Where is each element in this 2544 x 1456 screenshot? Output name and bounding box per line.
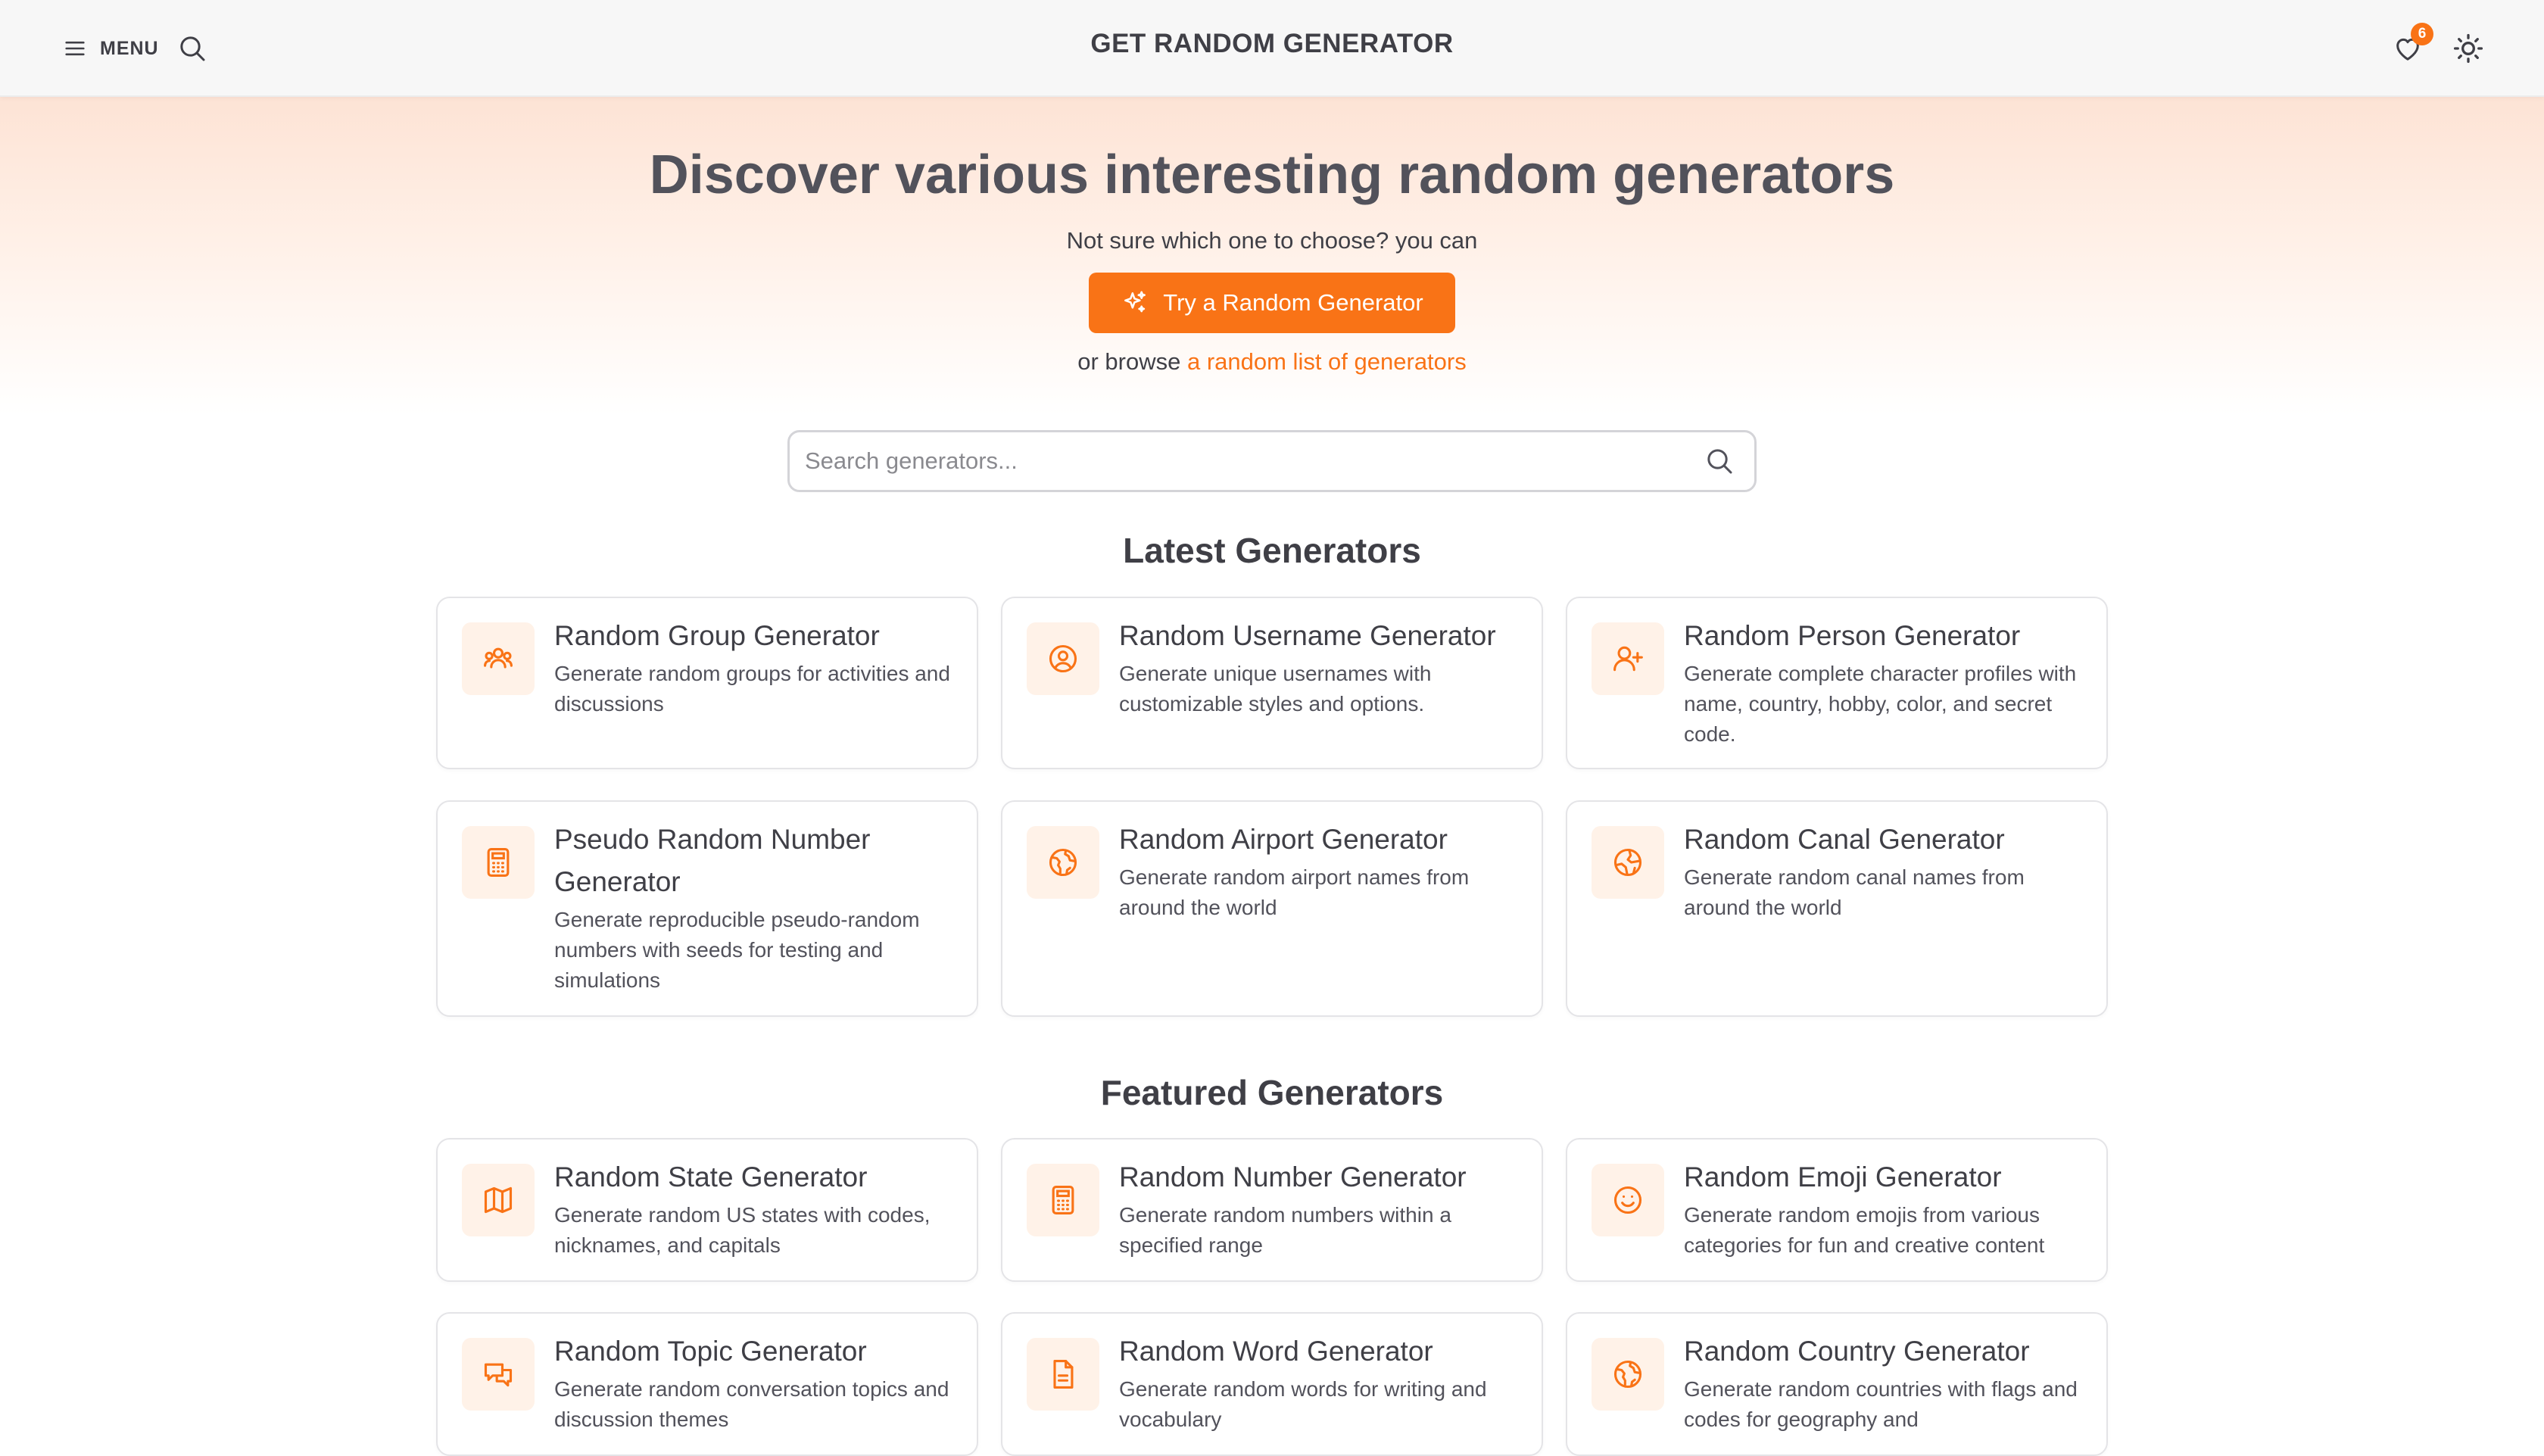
user-circle-icon bbox=[1049, 644, 1077, 673]
card-icon-box bbox=[1027, 1338, 1099, 1411]
browse-line: or browse a random list of generators bbox=[0, 348, 2544, 376]
sparkles-icon bbox=[1124, 291, 1146, 313]
card-description: Generate random countries with flags and… bbox=[1684, 1377, 2078, 1431]
site-title-wrap: GET RANDOM GENERATOR bbox=[0, 29, 2544, 59]
search-box bbox=[787, 430, 1757, 492]
card-description: Generate random emojis from various cate… bbox=[1684, 1203, 2045, 1257]
card-icon-box bbox=[462, 1164, 535, 1236]
search-input[interactable] bbox=[805, 432, 1683, 490]
card-description: Generate reproducible pseudo-random numb… bbox=[554, 908, 920, 992]
card-description: Generate random canal names from around … bbox=[1684, 865, 2025, 919]
card-title: Random Emoji Generator bbox=[1684, 1161, 2002, 1193]
card-title: Pseudo Random Number Generator bbox=[554, 824, 871, 897]
card-icon-box bbox=[1592, 1338, 1664, 1411]
card-title: Random Person Generator bbox=[1684, 620, 2021, 651]
globe-icon bbox=[1613, 1360, 1642, 1389]
generator-card[interactable]: Random Number Generator Generate random … bbox=[1001, 1138, 1543, 1282]
generator-card[interactable]: Random Country Generator Generate random… bbox=[1566, 1312, 2108, 1456]
chat-bubbles-icon bbox=[484, 1363, 513, 1387]
favorites-count-badge: 6 bbox=[2411, 23, 2433, 45]
card-title: Random Country Generator bbox=[1684, 1336, 2030, 1367]
card-description: Generate random groups for activities an… bbox=[554, 662, 950, 716]
card-description: Generate random airport names from aroun… bbox=[1119, 865, 1470, 919]
user-plus-icon bbox=[1613, 646, 1643, 672]
hero-subtitle: Not sure which one to choose? you can bbox=[1066, 227, 1478, 254]
generator-card[interactable]: Random Topic Generator Generate random c… bbox=[436, 1312, 978, 1456]
browse-prefix: or browse bbox=[1077, 348, 1181, 375]
site-title[interactable]: GET RANDOM GENERATOR bbox=[1090, 29, 1453, 58]
card-icon-box bbox=[1027, 826, 1099, 899]
card-title: Random Username Generator bbox=[1119, 620, 1496, 651]
top-navbar: MENU GET RANDOM GENERATOR 6 bbox=[0, 0, 2544, 97]
generator-card[interactable]: Random Word Generator Generate random wo… bbox=[1001, 1312, 1543, 1456]
globe-meridians-icon bbox=[1613, 848, 1642, 877]
card-description: Generate random conversation topics and … bbox=[554, 1377, 949, 1431]
generator-card[interactable]: Random Group Generator Generate random g… bbox=[436, 597, 978, 769]
card-description: Generate random numbers within a specifi… bbox=[1119, 1203, 1451, 1257]
globe-icon bbox=[1049, 848, 1077, 877]
card-description: Generate unique usernames with customiza… bbox=[1119, 662, 1432, 716]
card-icon-box bbox=[1592, 826, 1664, 899]
menu-label: MENU bbox=[100, 37, 159, 59]
sun-icon[interactable] bbox=[2452, 32, 2485, 65]
generator-card[interactable]: Random Person Generator Generate complet… bbox=[1566, 597, 2108, 769]
card-icon-box bbox=[1027, 622, 1099, 695]
card-title: Random Airport Generator bbox=[1119, 824, 1448, 855]
card-title: Random Topic Generator bbox=[554, 1336, 867, 1367]
search-icon[interactable] bbox=[177, 33, 207, 64]
hamburger-icon bbox=[65, 41, 85, 56]
smile-icon bbox=[1613, 1186, 1642, 1214]
random-list-link[interactable]: a random list of generators bbox=[1187, 348, 1467, 375]
hero-title: Discover various interesting random gene… bbox=[649, 145, 1895, 205]
try-random-generator-label: Try a Random Generator bbox=[1163, 289, 1423, 316]
calculator-icon bbox=[487, 848, 510, 877]
card-title: Random State Generator bbox=[554, 1161, 868, 1193]
map-icon bbox=[484, 1186, 513, 1214]
generator-card[interactable]: Random Username Generator Generate uniqu… bbox=[1001, 597, 1543, 769]
card-description: Generate random words for writing and vo… bbox=[1119, 1377, 1487, 1431]
card-icon-box bbox=[1027, 1164, 1099, 1236]
generator-card[interactable]: Pseudo Random Number Generator Generate … bbox=[436, 800, 978, 1017]
card-icon-box bbox=[462, 826, 535, 899]
card-icon-box bbox=[1592, 622, 1664, 695]
generator-card[interactable]: Random Emoji Generator Generate random e… bbox=[1566, 1138, 2108, 1282]
calculator-icon bbox=[1052, 1186, 1074, 1214]
card-description: Generate complete character profiles wit… bbox=[1684, 662, 2077, 746]
generator-card[interactable]: Random State Generator Generate random U… bbox=[436, 1138, 978, 1282]
card-icon-box bbox=[462, 1338, 535, 1411]
card-title: Random Number Generator bbox=[1119, 1161, 1467, 1193]
menu-button[interactable]: MENU bbox=[62, 32, 159, 65]
card-title: Random Group Generator bbox=[554, 620, 880, 651]
card-icon-box bbox=[462, 622, 535, 695]
group-icon bbox=[484, 647, 513, 669]
card-description: Generate random US states with codes, ni… bbox=[554, 1203, 931, 1257]
try-random-generator-button[interactable]: Try a Random Generator bbox=[1089, 273, 1455, 333]
document-icon bbox=[1053, 1360, 1074, 1389]
featured-generators-heading: Featured Generators bbox=[1100, 1073, 1444, 1112]
card-title: Random Canal Generator bbox=[1684, 824, 2005, 855]
card-title: Random Word Generator bbox=[1119, 1336, 1433, 1367]
latest-generators-heading: Latest Generators bbox=[1123, 531, 1421, 570]
generator-card[interactable]: Random Canal Generator Generate random c… bbox=[1566, 800, 2108, 1017]
card-icon-box bbox=[1592, 1164, 1664, 1236]
generator-card[interactable]: Random Airport Generator Generate random… bbox=[1001, 800, 1543, 1017]
search-icon[interactable] bbox=[1704, 446, 1735, 476]
